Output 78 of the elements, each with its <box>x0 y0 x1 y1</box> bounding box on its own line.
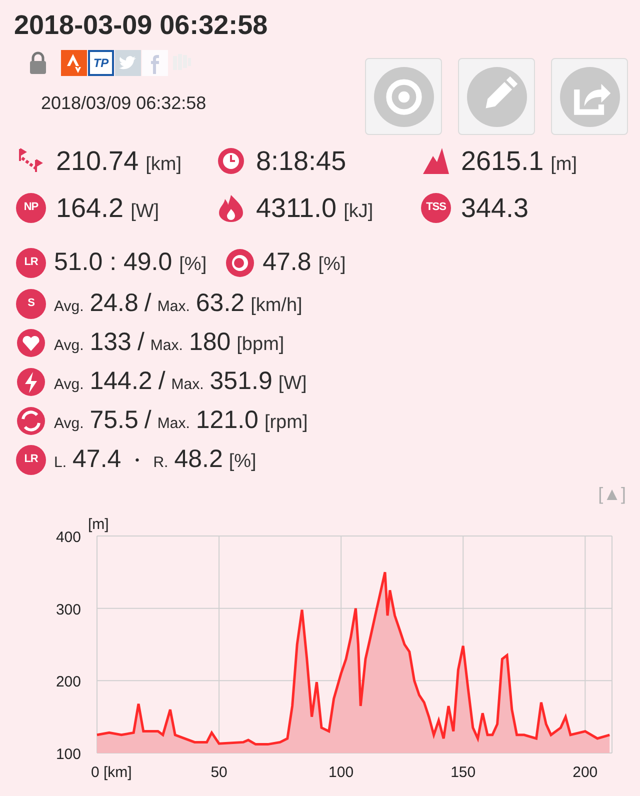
unit-label: [km/h] <box>250 294 302 318</box>
max-value: 180 <box>188 326 231 358</box>
mountain-icon <box>421 146 451 176</box>
max-value: 63.2 <box>196 288 245 319</box>
smooth-icon <box>224 248 255 278</box>
right-value: 48.2 <box>174 444 223 475</box>
stat-value: 51.0 : 49.0 <box>54 247 172 278</box>
unit-label: [bpm] <box>236 332 284 357</box>
stat-value: 344.3 <box>461 192 529 224</box>
avg-value: 144.2 <box>90 366 152 397</box>
unit-label: [W] <box>130 200 160 224</box>
stat-value: 164.2 <box>56 192 124 224</box>
lock-icon <box>28 51 48 75</box>
unit-label: [%] <box>179 253 207 277</box>
power-icon <box>16 366 46 396</box>
pedal-icon: LR <box>16 444 46 474</box>
max-value: 351.9 <box>210 366 272 397</box>
x-tick-label: 150 <box>450 764 476 780</box>
x-tick-label: 100 <box>328 764 354 780</box>
speed-icon: S <box>16 288 46 318</box>
separator: / <box>144 404 152 436</box>
separator: / <box>144 288 152 319</box>
max-label: Max. <box>157 296 190 317</box>
unit-label: [%] <box>228 450 256 474</box>
avg-label: Avg. <box>54 374 84 395</box>
avg-label: Avg. <box>54 414 84 434</box>
avg-value: 75.5 <box>90 404 138 436</box>
separator: ・ <box>127 448 148 474</box>
np-icon: NP <box>16 192 46 223</box>
tss-icon: TSS <box>421 192 451 223</box>
x-tick-label: 200 <box>572 764 598 780</box>
left-value: 47.4 <box>72 444 122 475</box>
page-title: 2018-03-09 06:32:58 <box>13 9 269 42</box>
avg-value: 24.8 <box>90 288 138 319</box>
unit-label: [kJ] <box>344 200 374 224</box>
bird-icon[interactable] <box>115 50 141 76</box>
left-label: L. <box>54 452 67 473</box>
max-label: Max. <box>171 374 204 395</box>
x-tick-label: 0 [km] <box>91 764 132 780</box>
max-label: Max. <box>157 414 190 434</box>
separator: / <box>137 326 144 358</box>
lr-icon: LR <box>16 248 46 278</box>
share-icon <box>560 66 620 126</box>
stat-value: 8:18:45 <box>256 145 346 178</box>
avg-label: Avg. <box>54 296 84 317</box>
y-axis-label: [m] <box>88 516 109 532</box>
y-tick-label: 400 <box>56 528 81 546</box>
right-label: R. <box>153 452 168 473</box>
separator: / <box>158 366 166 397</box>
max-label: Max. <box>150 336 183 356</box>
fire-icon <box>216 192 246 223</box>
y-tick-label: 100 <box>56 746 81 762</box>
avg-value: 133 <box>90 326 132 358</box>
unit-label: [km] <box>146 153 182 177</box>
stat-value: 210.74 <box>56 145 139 178</box>
share-button[interactable] <box>551 58 628 135</box>
cadence-icon <box>16 406 46 436</box>
lens-button[interactable] <box>365 58 442 135</box>
stat-value: 4311.0 <box>256 192 337 224</box>
strava-icon[interactable] <box>61 50 87 76</box>
facebook-icon[interactable] <box>142 50 168 76</box>
stat-value: 2615.1 <box>461 145 544 178</box>
clock-icon <box>216 146 246 176</box>
pencil-icon <box>466 66 526 126</box>
unit-label: [m] <box>550 153 577 177</box>
x-tick-label: 50 <box>210 764 228 780</box>
avg-label: Avg. <box>54 336 84 356</box>
max-value: 121.0 <box>196 404 258 436</box>
y-tick-label: 200 <box>56 673 81 690</box>
lens-icon <box>374 66 434 126</box>
y-tick-label: 300 <box>56 600 81 618</box>
unit-label: [%] <box>318 253 346 277</box>
unit-label: [W] <box>278 372 307 396</box>
activity-date: 2018/03/09 06:32:58 <box>40 92 206 115</box>
stat-value: 47.8 <box>262 247 312 278</box>
edit-button[interactable] <box>458 58 535 135</box>
unit-label: [rpm] <box>264 410 308 435</box>
tp-logo[interactable]: TP <box>88 50 114 76</box>
